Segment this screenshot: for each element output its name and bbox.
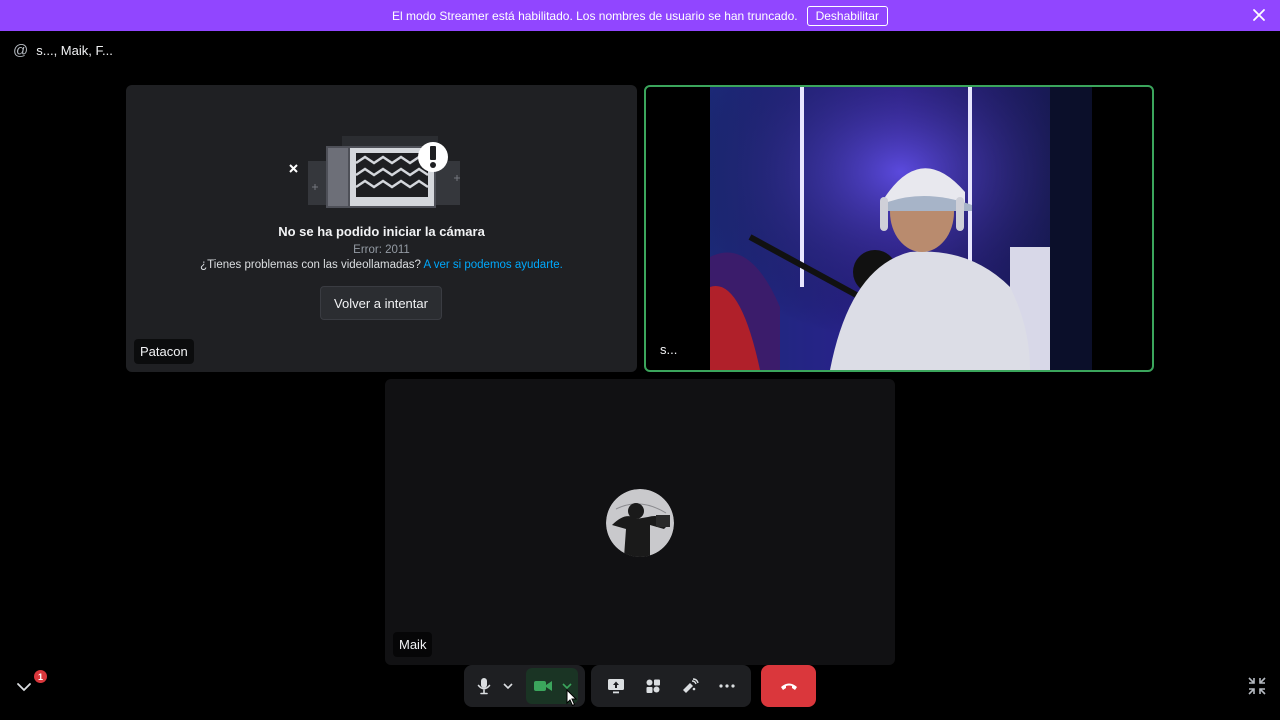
camera-error-illustration-icon — [289, 136, 460, 208]
microphone-options-button[interactable] — [498, 673, 518, 699]
channel-name: s..., Maik, F... — [36, 43, 113, 58]
chevron-down-icon — [503, 682, 513, 689]
participant-name-tag: s... — [654, 337, 684, 362]
screen-share-icon — [607, 679, 624, 694]
more-icon — [718, 684, 735, 688]
hangup-icon — [780, 683, 797, 690]
webcam-video-frame — [710, 87, 1092, 370]
camera-error-code: Error: 2011 — [353, 244, 410, 256]
participant-name-tag: Patacon — [134, 339, 194, 364]
call-actions — [591, 665, 751, 707]
collapse-chevron-icon[interactable] — [15, 678, 33, 696]
participant-name-tag: Maik — [393, 632, 433, 657]
retry-button[interactable]: Volver a intentar — [320, 286, 442, 320]
video-tile-maik[interactable]: Maik — [385, 379, 895, 665]
disconnect-button[interactable] — [761, 665, 816, 707]
video-tile-patacon[interactable]: No se ha podido iniciar la cámara Error:… — [126, 85, 637, 372]
at-icon: @ — [13, 42, 29, 59]
disable-streamer-mode-button[interactable]: Deshabilitar — [806, 5, 888, 26]
screen-share-button[interactable] — [603, 673, 629, 699]
microphone-button[interactable] — [471, 673, 497, 699]
microphone-icon — [477, 678, 491, 695]
video-camera-icon — [534, 681, 552, 691]
user-avatar — [606, 489, 674, 557]
streamer-mode-banner: El modo Streamer está habilitado. Los no… — [0, 0, 1280, 31]
soundboard-icon — [682, 678, 699, 693]
channel-header: @ s..., Maik, F... — [13, 42, 113, 59]
activities-icon — [646, 679, 660, 693]
close-icon[interactable] — [1252, 8, 1266, 22]
notification-badge: 1 — [34, 670, 47, 683]
more-options-button[interactable] — [714, 673, 740, 699]
exit-fullscreen-icon[interactable] — [1248, 677, 1266, 695]
camera-button[interactable] — [530, 673, 556, 699]
mouse-cursor-icon — [566, 689, 578, 707]
activities-button[interactable] — [640, 673, 666, 699]
camera-help-text: ¿Tienes problemas con las videollamadas? — [200, 259, 421, 271]
camera-help-line: ¿Tienes problemas con las videollamadas?… — [126, 259, 637, 271]
help-link[interactable]: A ver si podemos ayudarte. — [423, 259, 562, 271]
streamer-mode-text: El modo Streamer está habilitado. Los no… — [392, 8, 798, 23]
soundboard-button[interactable] — [677, 673, 703, 699]
camera-error-title: No se ha podido iniciar la cámara — [278, 224, 485, 239]
video-tile-s[interactable]: s... — [644, 85, 1154, 372]
